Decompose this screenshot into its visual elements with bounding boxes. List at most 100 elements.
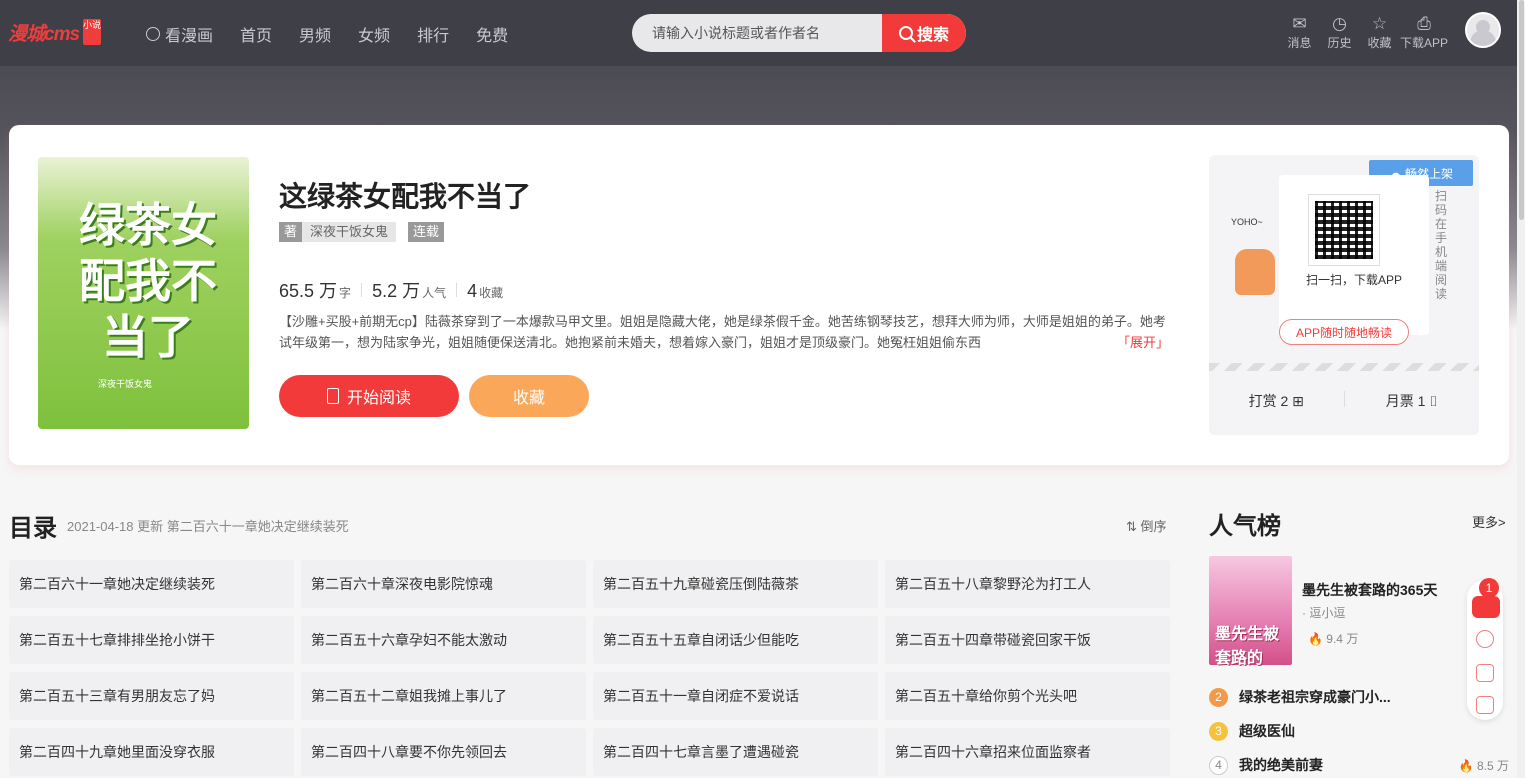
chapter-item[interactable]: 第二百五十五章自闭话少但能吃 <box>593 616 878 664</box>
favorites-unit: 收藏 <box>479 286 504 300</box>
rank-top-title[interactable]: 墨先生被套路的365天 <box>1302 580 1437 600</box>
tool-history[interactable]: ◷ 历史 <box>1320 14 1359 51</box>
chapter-item[interactable]: 第二百四十八章要不你先领回去 <box>301 728 586 776</box>
toc-sort-toggle[interactable]: ⇅ 倒序 <box>1126 516 1167 535</box>
user-tools: ✉ 消息 ◷ 历史 ☆ 收藏 ⎙ 下载APP <box>1280 14 1449 51</box>
book-tags: 著 深夜干饭女鬼 连载 <box>279 222 445 242</box>
avatar[interactable] <box>1465 12 1501 48</box>
chapter-item[interactable]: 第二百六十一章她决定继续装死 <box>9 560 294 608</box>
toc-update-info[interactable]: 2021-04-18 更新 第二百六十一章她决定继续装死 <box>67 516 349 535</box>
list-item[interactable]: 3 超级医仙 <box>1209 714 1509 748</box>
nav-comics[interactable]: 看漫画 <box>146 22 213 46</box>
scan-hint: 扫码在手机端阅读 <box>1435 189 1448 301</box>
reward-label: 打赏 <box>1248 393 1277 409</box>
rank-number: 4 <box>1209 755 1228 775</box>
popularity-unit: 人气 <box>422 286 447 300</box>
tool-messages[interactable]: ✉ 消息 <box>1280 14 1319 51</box>
nav-free[interactable]: 免费 <box>476 22 508 46</box>
popularity-count: 5.2 万 <box>372 281 421 301</box>
chapter-item[interactable]: 第二百五十九章碰瓷压倒陆薇茶 <box>593 560 878 608</box>
nav-male[interactable]: 男频 <box>299 22 331 46</box>
chapter-item[interactable]: 第二百四十六章招来位面监察者 <box>885 728 1170 776</box>
notification-badge: 1 <box>1479 578 1499 598</box>
tool-favorites[interactable]: ☆ 收藏 <box>1360 14 1399 51</box>
chapter-item[interactable]: 第二百四十七章言墨了遭遇碰瓷 <box>593 728 878 776</box>
chapter-item[interactable]: 第二百五十三章有男朋友忘了妈 <box>9 672 294 720</box>
share-icon[interactable] <box>1476 664 1494 682</box>
word-count: 65.5 万 <box>279 281 338 301</box>
app-read-button[interactable]: APP随时随地畅读 <box>1279 319 1409 345</box>
app-download-panel: ☁ 畅然上架 YOHO~ 扫一扫，下载APP 扫码在手机端阅读 APP随时随地畅… <box>1209 155 1479 435</box>
book-info-card: 绿茶女配我不当了 深夜干饭女鬼 这绿茶女配我不当了 著 深夜干饭女鬼 连载 65… <box>9 125 1509 465</box>
logo-text: 漫城cms <box>8 23 80 45</box>
qr-code-icon[interactable] <box>1476 696 1494 714</box>
chapter-item[interactable]: 第二百五十六章孕妇不能太激动 <box>301 616 586 664</box>
chapter-item[interactable]: 第二百五十章给你剪个光头吧 <box>885 672 1170 720</box>
cat-mascot-icon <box>1235 249 1275 295</box>
chapter-list: 第二百六十一章她决定继续装死 第二百六十章深夜电影院惊魂 第二百五十九章碰瓷压倒… <box>9 560 1170 776</box>
ticket-icon: ⌷ <box>1429 393 1438 409</box>
logo-sub-label: 小说 <box>83 19 101 45</box>
rank-item-title: 绿茶老祖宗穿成豪门小... <box>1239 689 1391 705</box>
list-item[interactable]: 2 绿茶老祖宗穿成豪门小... <box>1209 680 1509 714</box>
chapter-item[interactable]: 第二百五十二章姐我摊上事儿了 <box>301 672 586 720</box>
scrollbar-thumb[interactable] <box>1519 0 1524 220</box>
add-favorite-button[interactable]: 收藏 <box>469 375 589 417</box>
qr-caption: 扫一扫，下载APP <box>1305 273 1402 287</box>
tool-label: 下载APP <box>1400 36 1449 50</box>
nav-label: 看漫画 <box>165 28 214 45</box>
status-badge: 连载 <box>408 222 445 242</box>
nav-ranking[interactable]: 排行 <box>417 22 449 46</box>
start-reading-button[interactable]: 开始阅读 <box>279 375 459 417</box>
cover-title: 绿茶女配我不当了 <box>79 199 217 363</box>
rank-top-cover[interactable]: 墨先生被套路的 <box>1209 556 1292 667</box>
heat-value: 8.5 万 <box>1476 758 1509 773</box>
mascot-icon[interactable] <box>1472 596 1500 618</box>
qr-card: 扫一扫，下载APP <box>1279 175 1429 335</box>
chapter-item[interactable]: 第二百五十八章黎野沦为打工人 <box>885 560 1170 608</box>
history-icon[interactable] <box>1476 630 1494 648</box>
search-button[interactable]: 搜索 <box>882 14 966 52</box>
chapter-item[interactable]: 第二百五十一章自闭症不爱说话 <box>593 672 878 720</box>
nav-female[interactable]: 女频 <box>358 22 390 46</box>
chapter-item[interactable]: 第二百五十四章带碰瓷回家干饭 <box>885 616 1170 664</box>
site-logo[interactable]: 漫城cms 小说 <box>8 17 114 47</box>
star-icon: ☆ <box>1371 14 1388 33</box>
chapter-item[interactable]: 第二百四十九章她里面没穿衣服 <box>9 728 294 776</box>
tool-label: 消息 <box>1287 36 1312 50</box>
book-cover[interactable]: 绿茶女配我不当了 深夜干饭女鬼 <box>38 157 249 429</box>
chapter-item[interactable]: 第二百六十章深夜电影院惊魂 <box>301 560 586 608</box>
nav-home[interactable]: 首页 <box>240 22 272 46</box>
expand-link[interactable]: 「展开」 <box>1111 332 1170 351</box>
tool-download-app[interactable]: ⎙ 下载APP <box>1400 14 1448 51</box>
reward-button[interactable]: 打赏 2 ⊞ <box>1209 391 1344 411</box>
download-icon: ⎙ <box>1417 14 1431 33</box>
search-box: 搜索 <box>632 14 966 52</box>
ranking-title: 人气榜 <box>1209 513 1281 540</box>
book-stats: 65.5 万字 5.2 万人气 4 收藏 <box>279 277 503 303</box>
reward-bar: 打赏 2 ⊞ 月票 1 ⌷ <box>1209 391 1479 411</box>
divider <box>1209 363 1479 371</box>
toc-title: 目录 <box>9 515 57 542</box>
start-reading-label: 开始阅读 <box>346 390 411 407</box>
tool-label: 历史 <box>1327 36 1352 50</box>
flame-icon: 🔥 <box>1308 632 1323 646</box>
reward-count: 2 <box>1280 393 1289 409</box>
divider <box>456 283 458 297</box>
favorites-count: 4 <box>467 281 478 301</box>
search-input[interactable] <box>632 14 882 52</box>
gift-icon: ⊞ <box>1292 393 1304 409</box>
monthly-label: 月票 <box>1385 393 1414 409</box>
chapter-item[interactable]: 第二百五十七章排排坐抢小饼干 <box>9 616 294 664</box>
monthly-ticket-button[interactable]: 月票 1 ⌷ <box>1345 391 1480 411</box>
book-description: 【沙雕+买股+前期无cp】陆薇茶穿到了一本爆款马甲文里。姐姐是隐藏大佬，她是绿茶… <box>279 314 1166 350</box>
cover-author: 深夜干饭女鬼 <box>98 379 153 389</box>
heat-value: 9.4 万 <box>1326 632 1359 646</box>
rank-number: 3 <box>1209 721 1228 741</box>
rank-top-heat: 🔥 9.4 万 <box>1308 630 1358 647</box>
ranking-more-link[interactable]: 更多> <box>1472 512 1506 531</box>
list-item[interactable]: 4 我的绝美前妻 🔥 8.5 万 <box>1209 748 1509 778</box>
author-link[interactable]: 深夜干饭女鬼 <box>302 222 397 242</box>
book-icon <box>326 388 339 404</box>
rank-cover-text: 墨先生被套路的 <box>1215 626 1280 667</box>
